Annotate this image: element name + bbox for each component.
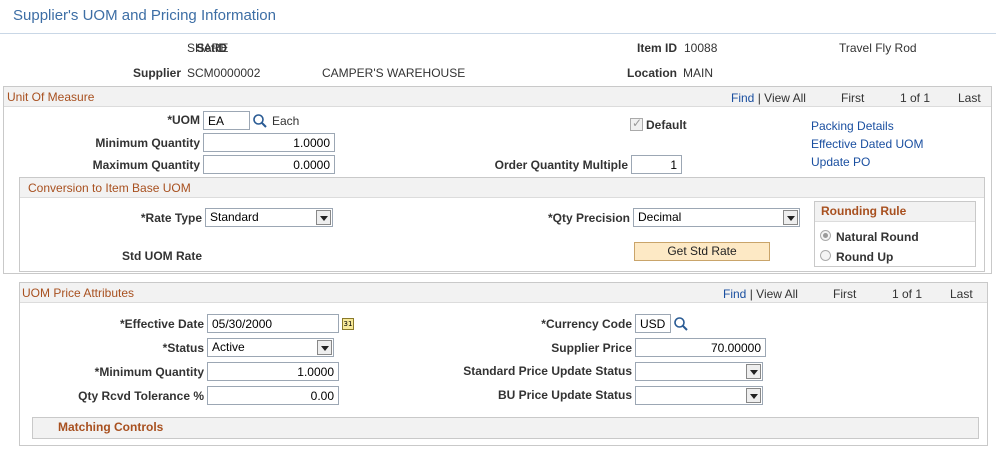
uom-grid-nav: Find | View All	[731, 91, 806, 105]
uom-input[interactable]	[203, 111, 250, 130]
round-up-label: Round Up	[836, 250, 894, 264]
price-find-link[interactable]: Find	[723, 287, 746, 301]
uom-row-range: 1 of 1	[900, 91, 931, 105]
status-value: Active	[212, 340, 245, 354]
supplier-name: CAMPER'S WAREHOUSE	[322, 66, 466, 80]
default-label: Default	[646, 118, 687, 132]
title-divider	[0, 33, 996, 34]
page-title: Supplier's UOM and Pricing Information	[13, 7, 276, 24]
chevron-down-icon	[746, 364, 761, 379]
natural-round-label: Natural Round	[836, 230, 919, 244]
std-price-update-status-select[interactable]	[635, 362, 763, 381]
qty-precision-label: *Qty Precision	[547, 211, 630, 225]
location-label: Location	[627, 66, 677, 80]
item-id-value: 10088	[684, 41, 718, 55]
chevron-down-icon	[316, 210, 331, 225]
price-last-link[interactable]: Last	[950, 287, 973, 301]
uom-section-title: Unit Of Measure	[7, 90, 95, 104]
currency-code-label: *Currency Code	[541, 317, 632, 331]
chevron-down-icon	[746, 388, 761, 403]
price-grid-nav: Find | View All	[723, 287, 798, 301]
uom-last-link[interactable]: Last	[958, 91, 981, 105]
item-id-label: Item ID	[636, 41, 677, 55]
bu-price-update-status-label: BU Price Update Status	[497, 388, 632, 402]
price-row-range: 1 of 1	[892, 287, 923, 301]
matching-controls-label[interactable]: Matching Controls	[58, 420, 163, 434]
uom-view-all-link[interactable]: View All	[764, 91, 806, 105]
qty-rcvd-tolerance-input[interactable]	[207, 386, 339, 405]
effective-date-label: *Effective Date	[119, 317, 204, 331]
max-qty-label: Maximum Quantity	[92, 158, 200, 172]
item-description: Travel Fly Rod	[839, 41, 917, 55]
price-min-qty-label: *Minimum Quantity	[94, 365, 204, 379]
chevron-down-icon	[783, 210, 798, 225]
supplier-price-input[interactable]	[635, 338, 766, 357]
conversion-title: Conversion to Item Base UOM	[28, 181, 191, 195]
packing-details-link[interactable]: Packing Details	[811, 119, 894, 133]
rate-type-value: Standard	[210, 210, 259, 224]
min-qty-label: Minimum Quantity	[95, 136, 200, 150]
rounding-rule-title: Rounding Rule	[821, 204, 907, 218]
min-qty-input[interactable]	[203, 133, 335, 152]
supplier-price-label: Supplier Price	[551, 341, 632, 355]
currency-code-input[interactable]	[635, 314, 671, 333]
std-uom-rate-label: Std UOM Rate	[121, 249, 202, 263]
update-po-link[interactable]: Update PO	[811, 155, 870, 169]
status-select[interactable]: Active	[207, 338, 334, 357]
magnifier-icon[interactable]	[673, 316, 689, 332]
get-std-rate-button[interactable]: Get Std Rate	[634, 242, 770, 261]
round-up-radio[interactable]	[820, 250, 831, 261]
qty-rcvd-tolerance-label: Qty Rcvd Tolerance %	[78, 389, 204, 403]
bu-price-update-status-select[interactable]	[635, 386, 763, 405]
supplier-value: SCM0000002	[187, 66, 261, 80]
matching-controls-bar[interactable]	[32, 417, 979, 439]
default-checkbox[interactable]	[630, 116, 643, 131]
location-value: MAIN	[683, 66, 713, 80]
qty-precision-value: Decimal	[638, 210, 682, 224]
price-first-link[interactable]: First	[833, 287, 856, 301]
qty-precision-select[interactable]: Decimal	[633, 208, 800, 227]
price-view-all-link[interactable]: View All	[756, 287, 798, 301]
uom-label: *UOM	[167, 113, 200, 127]
price-attributes-title: UOM Price Attributes	[22, 286, 135, 300]
natural-round-radio[interactable]	[820, 230, 831, 241]
std-price-update-status-label: Standard Price Update Status	[463, 364, 632, 378]
order-qty-multiple-input[interactable]	[631, 155, 682, 174]
rate-type-select[interactable]: Standard	[205, 208, 333, 227]
chevron-down-icon	[317, 340, 332, 355]
nav-separator: |	[749, 287, 753, 301]
nav-separator: |	[757, 91, 761, 105]
price-min-qty-input[interactable]	[207, 362, 339, 381]
calendar-icon[interactable]: 31	[342, 318, 354, 330]
uom-find-link[interactable]: Find	[731, 91, 754, 105]
uom-first-link[interactable]: First	[841, 91, 864, 105]
order-qty-multiple-label: Order Quantity Multiple	[494, 158, 628, 172]
magnifier-icon[interactable]	[252, 113, 268, 129]
supplier-label: Supplier	[132, 66, 181, 80]
max-qty-input[interactable]	[203, 155, 335, 174]
status-label: *Status	[162, 341, 204, 355]
effective-dated-uom-link[interactable]: Effective Dated UOM	[811, 137, 924, 151]
setid-value: SHARE	[187, 41, 229, 55]
uom-description: Each	[272, 114, 300, 128]
effective-date-input[interactable]	[207, 314, 339, 333]
rate-type-label: *Rate Type	[140, 211, 202, 225]
